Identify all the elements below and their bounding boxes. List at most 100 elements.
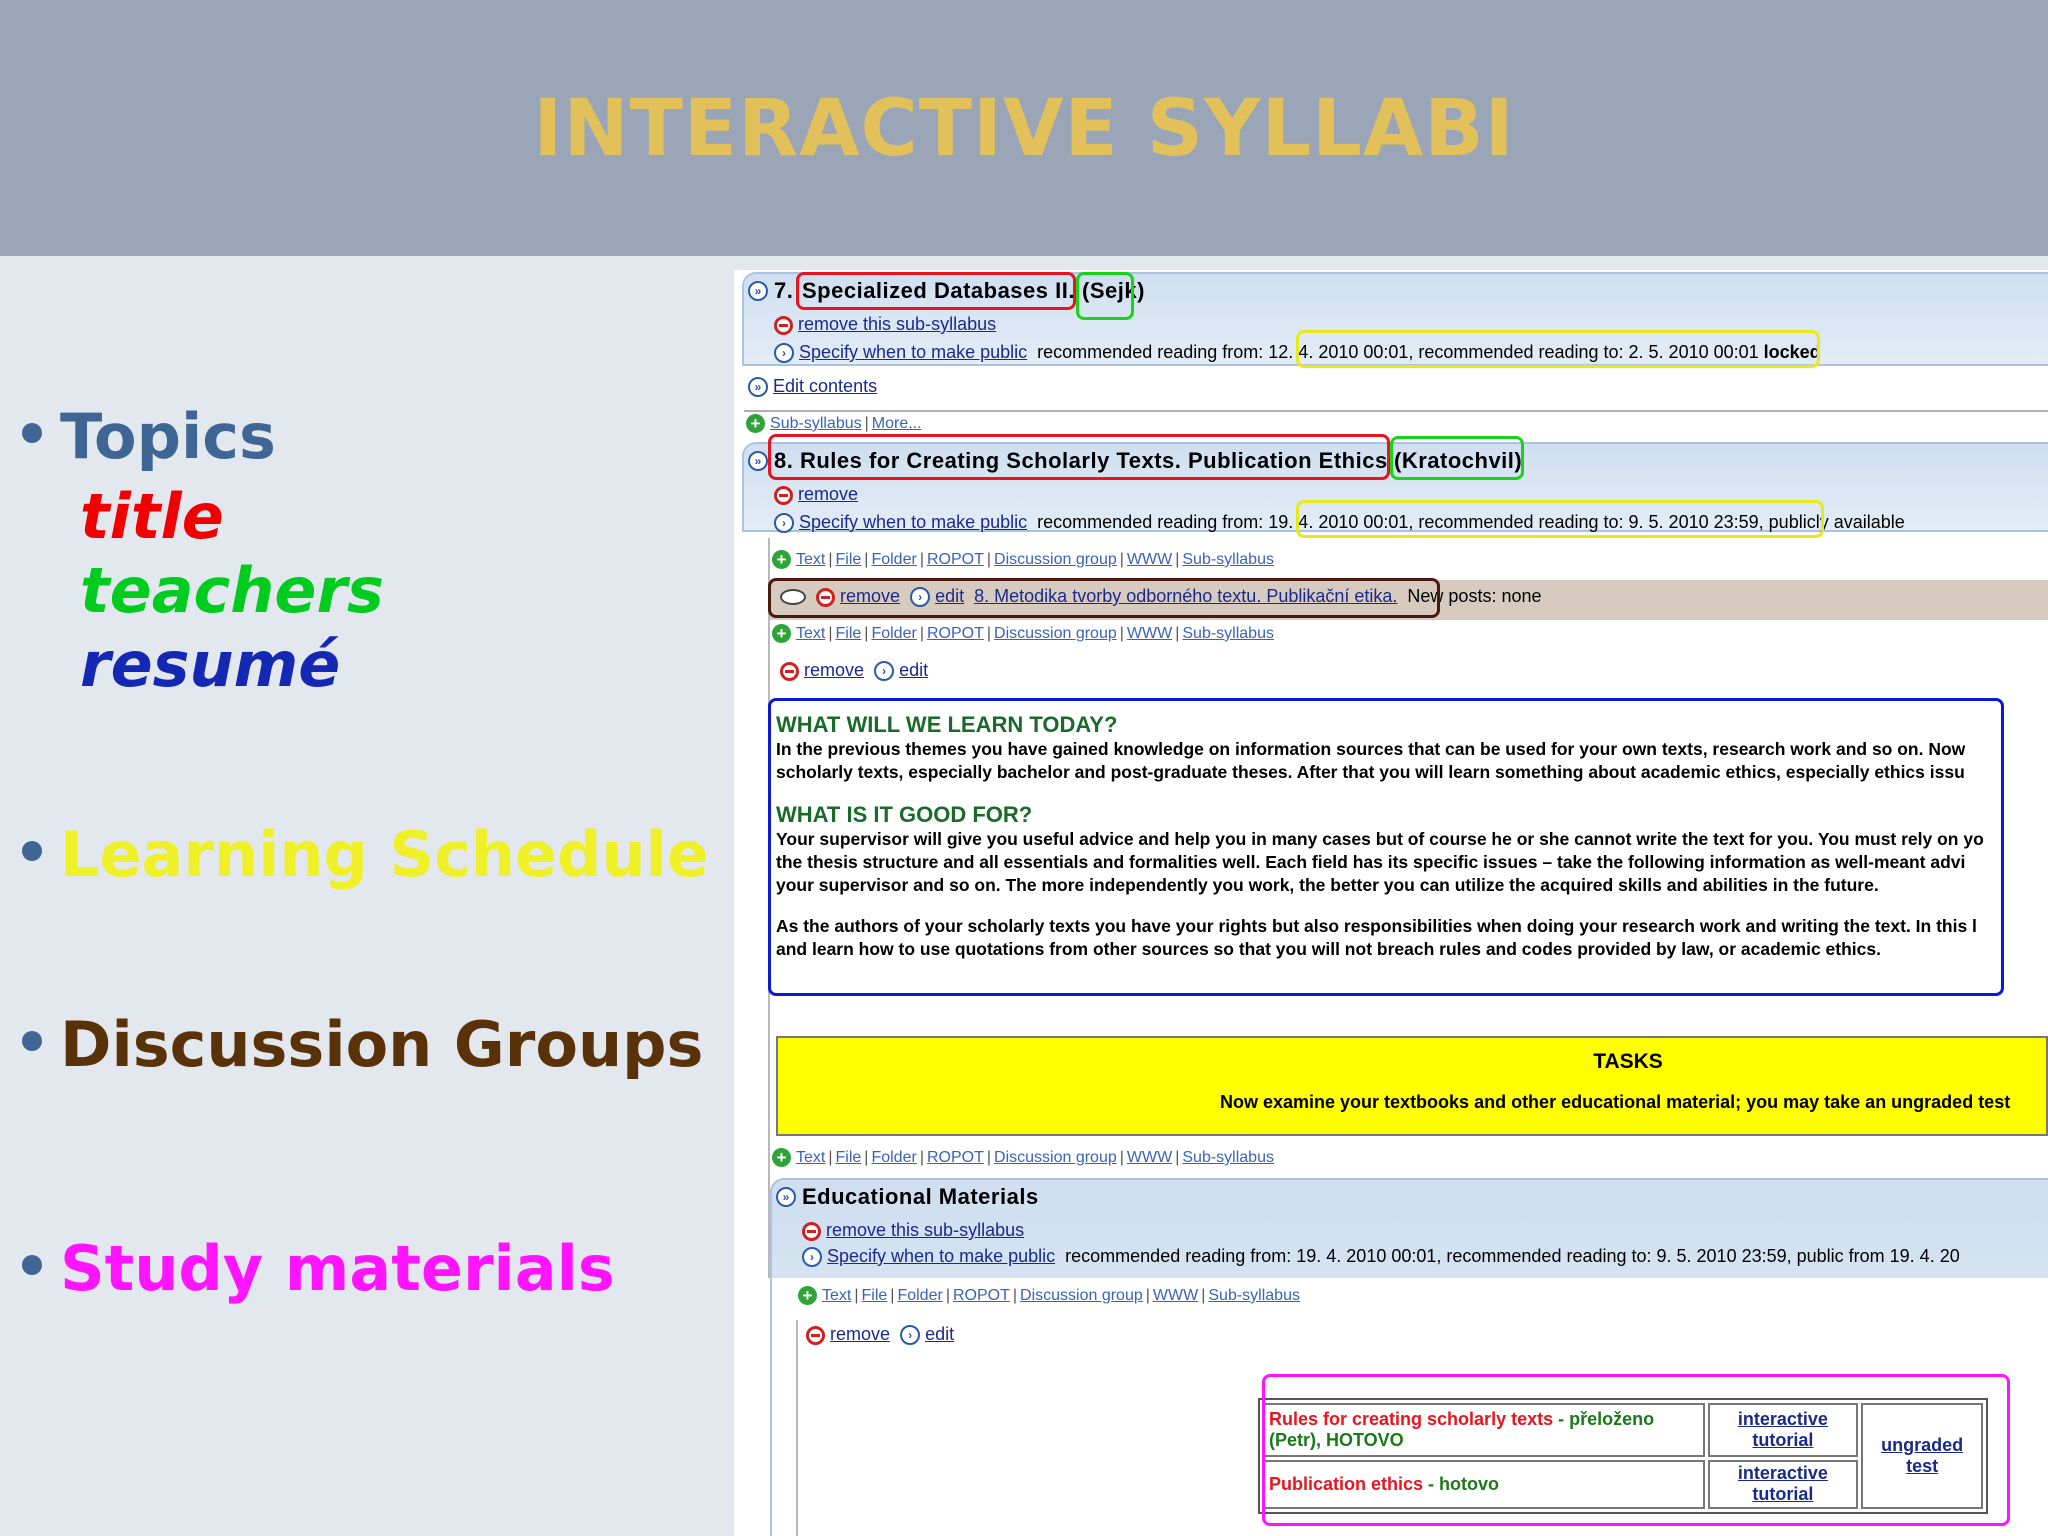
add-file-link[interactable]: File (836, 625, 862, 642)
remove-icon (774, 485, 793, 505)
plus-icon: + (772, 623, 791, 643)
remove-sub-syllabus-row[interactable]: remove this sub-syllabus (774, 314, 996, 335)
reading-label: recommended reading from: (1037, 342, 1264, 362)
add-text-link[interactable]: Text (822, 1287, 851, 1304)
highlight-title-box (768, 434, 1390, 480)
add-file-link[interactable]: File (836, 1149, 862, 1166)
arrow-icon: › (802, 1247, 822, 1268)
add-content-links: + Text | File | Folder | ROPOT | Discussion grou… (772, 548, 1274, 569)
tasks-text: Now examine your textbooks and other edu… (1220, 1092, 2011, 1112)
add-www-link[interactable]: WWW (1127, 1149, 1172, 1166)
reading-range: recommended reading from: 19. 4. 2010 00… (1065, 1246, 1960, 1266)
add-folder-link[interactable]: Folder (871, 625, 916, 642)
specify-public-link[interactable]: Specify when to make public (827, 1246, 1055, 1266)
sub-syllabus-links: + Sub-syllabus | More... (746, 412, 922, 433)
highlight-materials-box (1262, 1374, 2010, 1526)
expand-icon: » (748, 377, 768, 398)
remove-edit-row: remove › edit (780, 660, 928, 682)
remove-link[interactable]: remove (804, 660, 864, 680)
add-file-link[interactable]: File (836, 551, 862, 568)
topic-sub-resume: resumé (80, 628, 341, 701)
remove-sub-syllabus-row[interactable]: remove (774, 484, 858, 505)
add-content-links: + Text | File | Folder | ROPOT | Discussion grou… (798, 1284, 1300, 1305)
add-folder-link[interactable]: Folder (897, 1287, 942, 1304)
add-ropot-link[interactable]: ROPOT (927, 551, 984, 568)
add-discussion-link[interactable]: Discussion group (994, 1149, 1117, 1166)
more-link[interactable]: More... (872, 415, 922, 432)
bullet-dot (22, 1254, 42, 1275)
topic-sub-title: title (80, 480, 224, 553)
bullet-discussion: Discussion Groups (22, 1008, 703, 1081)
section-7-number: 7. (774, 278, 794, 303)
remove-icon (780, 661, 799, 681)
add-text-link[interactable]: Text (796, 551, 825, 568)
divider (744, 410, 2048, 412)
remove-icon (806, 1325, 825, 1345)
edit-link[interactable]: edit (925, 1324, 954, 1344)
tasks-box: TASKS Now examine your textbooks and oth… (776, 1036, 2048, 1136)
add-www-link[interactable]: WWW (1153, 1287, 1198, 1304)
bullet-dot (22, 422, 42, 443)
bullet-topics-label: Topics (60, 400, 276, 473)
bullet-study-label: Study materials (60, 1232, 615, 1305)
add-discussion-link[interactable]: Discussion group (994, 551, 1117, 568)
slide-title: INTERACTIVE SYLLABI (533, 84, 1515, 174)
add-ropot-link[interactable]: ROPOT (927, 625, 984, 642)
remove-sub-syllabus-row[interactable]: remove this sub-syllabus (802, 1220, 1024, 1241)
add-content-links: + Text | File | Folder | ROPOT | Discussion grou… (772, 1146, 1274, 1167)
add-content-links: + Text | File | Folder | ROPOT | Discussion grou… (772, 622, 1274, 643)
edit-contents-row[interactable]: » Edit contents (748, 376, 877, 398)
add-text-link[interactable]: Text (796, 1149, 825, 1166)
add-sub-syllabus-link[interactable]: Sub-syllabus (1182, 551, 1274, 568)
remove-sub-syllabus-link[interactable]: remove (798, 484, 858, 504)
specify-row: › Specify when to make public recommende… (802, 1246, 1960, 1268)
materials-title: Educational Materials (802, 1184, 1039, 1209)
tasks-heading: TASKS (1593, 1050, 1663, 1073)
add-folder-link[interactable]: Folder (871, 551, 916, 568)
add-www-link[interactable]: WWW (1127, 551, 1172, 568)
slide-header: INTERACTIVE SYLLABI (0, 0, 2048, 256)
add-www-link[interactable]: WWW (1127, 625, 1172, 642)
highlight-discussion-box (768, 578, 1440, 618)
specify-public-link[interactable]: Specify when to make public (799, 512, 1027, 532)
add-discussion-link[interactable]: Discussion group (994, 625, 1117, 642)
highlight-schedule-box (1296, 500, 1824, 538)
topic-sub-teachers: teachers (80, 554, 384, 627)
remove-sub-syllabus-link[interactable]: remove this sub-syllabus (798, 314, 996, 334)
remove-edit-row: remove › edit (806, 1324, 954, 1346)
highlight-resume-box (768, 698, 2004, 996)
add-text-link[interactable]: Text (796, 625, 825, 642)
tree-line (796, 1320, 798, 1536)
remove-link[interactable]: remove (830, 1324, 890, 1344)
bullet-topics: Topics (22, 400, 276, 473)
edit-arrow-icon: › (874, 661, 895, 682)
syllabus-screenshot: » 7. Specialized Databases II. (Sejk) re… (734, 270, 2048, 1536)
highlight-teacher-box (1390, 436, 1524, 480)
bullet-discussion-label: Discussion Groups (60, 1008, 704, 1081)
add-ropot-link[interactable]: ROPOT (927, 1149, 984, 1166)
arrow-icon: › (774, 343, 794, 364)
add-ropot-link[interactable]: ROPOT (953, 1287, 1010, 1304)
specify-public-link[interactable]: Specify when to make public (799, 342, 1027, 362)
plus-icon: + (772, 549, 791, 569)
remove-sub-syllabus-link[interactable]: remove this sub-syllabus (826, 1220, 1024, 1240)
remove-icon (774, 315, 793, 335)
edit-contents-link[interactable]: Edit contents (773, 376, 877, 396)
expand-icon[interactable]: » (748, 450, 768, 472)
add-sub-syllabus-link[interactable]: Sub-syllabus (1208, 1287, 1300, 1304)
bullet-dot (22, 1030, 42, 1051)
plus-icon: + (746, 413, 765, 433)
expand-icon[interactable]: » (748, 280, 768, 302)
add-discussion-link[interactable]: Discussion group (1020, 1287, 1143, 1304)
bullet-dot (22, 840, 42, 861)
expand-icon[interactable]: » (776, 1186, 796, 1208)
sub-syllabus-link[interactable]: Sub-syllabus (770, 415, 862, 432)
add-folder-link[interactable]: Folder (871, 1149, 916, 1166)
bullet-study: Study materials (22, 1232, 615, 1305)
reading-label: recommended reading from: (1037, 512, 1264, 532)
edit-arrow-icon: › (900, 1325, 921, 1346)
add-sub-syllabus-link[interactable]: Sub-syllabus (1182, 625, 1274, 642)
edit-link[interactable]: edit (899, 660, 928, 680)
add-file-link[interactable]: File (862, 1287, 888, 1304)
add-sub-syllabus-link[interactable]: Sub-syllabus (1182, 1149, 1274, 1166)
